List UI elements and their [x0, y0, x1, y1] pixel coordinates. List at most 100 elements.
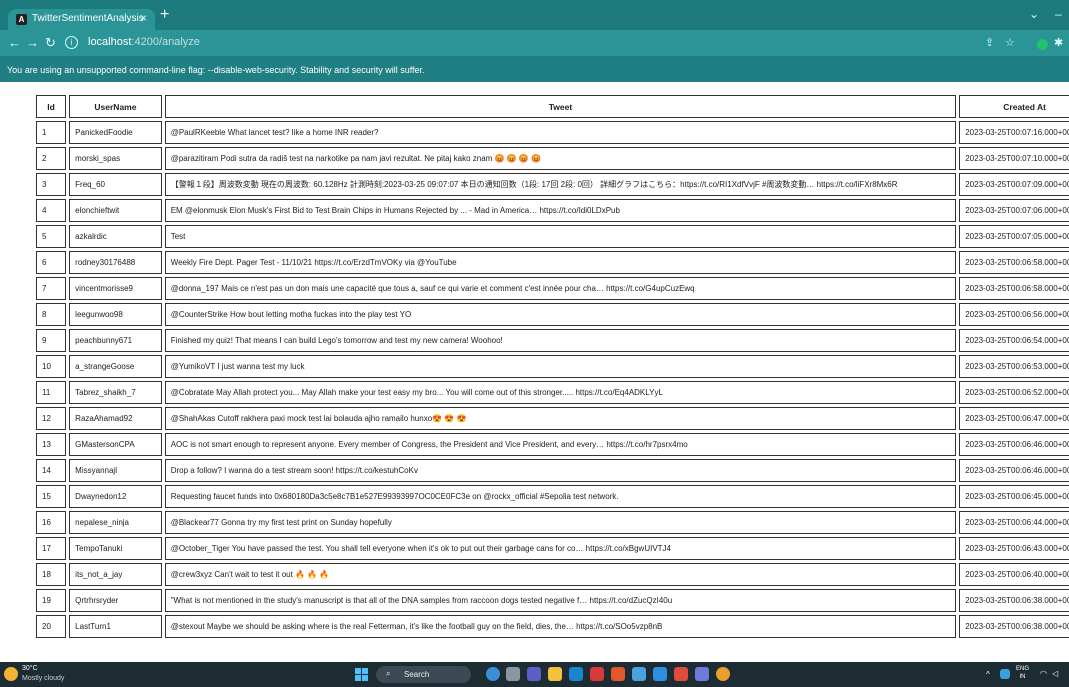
cell-created-at: 2023-03-25T00:06:56.000+00:00	[959, 303, 1069, 326]
minimize-window-button[interactable]: –	[1055, 7, 1062, 21]
cell-created-at: 2023-03-25T00:06:46.000+00:00	[959, 433, 1069, 456]
cell-username: its_not_a_jay	[69, 563, 162, 586]
onedrive-icon[interactable]	[1000, 669, 1010, 679]
bookmark-star-icon[interactable]: ☆	[1005, 36, 1015, 49]
cell-tweet: Requesting faucet funds into 0x680180Da3…	[164, 485, 957, 508]
cell-tweet: @Cobratate May Allah protect you... May …	[164, 381, 957, 404]
tab-close-button[interactable]: ×	[140, 11, 147, 25]
cell-id: 10	[36, 355, 67, 378]
cell-created-at: 2023-03-25T00:06:38.000+00:00	[959, 589, 1069, 612]
table-row: 4 elonchieftwit EM @elonmusk Elon Musk's F…	[36, 199, 1069, 222]
slider-app-icon[interactable]	[695, 667, 709, 681]
office-app-icon[interactable]	[674, 667, 688, 681]
cell-id: 17	[36, 537, 67, 560]
red-app-icon[interactable]	[590, 667, 604, 681]
browser-tab[interactable]: A TwitterSentimentAnalysis ×	[8, 9, 155, 30]
cell-username: elonchieftwit	[69, 199, 162, 222]
chrome-browser-icon[interactable]	[716, 667, 730, 681]
cell-id: 20	[36, 615, 67, 638]
column-header-created-at: Created At	[959, 95, 1069, 118]
taskbar-search[interactable]: ⌕ Search	[376, 666, 471, 683]
cell-username: leegunwoo98	[69, 303, 162, 326]
tray-chevron-icon[interactable]: ^	[986, 670, 990, 679]
cell-tweet: @CounterStrike How bout letting motha fu…	[164, 303, 957, 326]
vscode-icon[interactable]	[653, 667, 667, 681]
mail-icon[interactable]	[569, 667, 583, 681]
weather-temperature: 30°C	[22, 665, 38, 672]
cell-created-at: 2023-03-25T00:06:58.000+00:00	[959, 251, 1069, 274]
cell-username: peachbunny671	[69, 329, 162, 352]
table-row: 15 Dwaynedon12 Requesting faucet funds int…	[36, 485, 1069, 508]
cell-created-at: 2023-03-25T00:06:46.000+00:00	[959, 459, 1069, 482]
table-row: 19 Qrtrhrsryder "What is not mentioned in …	[36, 589, 1069, 612]
cell-username: TempoTanuki	[69, 537, 162, 560]
table-row: 20 LastTurn1 @stexout Maybe we should be a…	[36, 615, 1069, 638]
cell-username: LastTurn1	[69, 615, 162, 638]
cell-id: 13	[36, 433, 67, 456]
wifi-icon[interactable]: ◠	[1040, 669, 1047, 678]
column-header-id: Id	[36, 95, 67, 118]
cell-id: 7	[36, 277, 67, 300]
cell-id: 3	[36, 173, 67, 196]
cell-tweet: @PaulRKeeble What lancet test? like a ho…	[164, 121, 957, 144]
page-content: Id UserName Tweet Created At 1 PanickedFo…	[0, 82, 1069, 662]
url-field[interactable]: localhost:4200/analyze	[88, 36, 200, 48]
cell-created-at: 2023-03-25T00:06:44.000+00:00	[959, 511, 1069, 534]
cell-created-at: 2023-03-25T00:06:53.000+00:00	[959, 355, 1069, 378]
back-arrow-icon[interactable]: ←	[8, 36, 21, 50]
task-view-icon[interactable]	[506, 667, 520, 681]
cell-id: 12	[36, 407, 67, 430]
cell-id: 8	[36, 303, 67, 326]
site-info-icon[interactable]: i	[65, 36, 78, 49]
cell-tweet: @Blackear77 Gonna try my first test prin…	[164, 511, 957, 534]
cell-username: GMastersonCPA	[69, 433, 162, 456]
tab-title: TwitterSentimentAnalysis	[32, 13, 144, 24]
extension-icon[interactable]	[1037, 39, 1048, 50]
table-row: 18 its_not_a_jay @crew3xyz Can't wait to t…	[36, 563, 1069, 586]
cell-tweet: @ShahAkas Cutoff rakhera paxi mock test …	[164, 407, 957, 430]
extensions-puzzle-icon[interactable]: ✱	[1054, 36, 1063, 49]
start-windows-icon[interactable]	[355, 668, 368, 681]
column-header-tweet: Tweet	[164, 95, 957, 118]
cell-id: 15	[36, 485, 67, 508]
language-indicator[interactable]: ENG IN	[1016, 665, 1029, 681]
table-row: 17 TempoTanuki @October_Tiger You have pas…	[36, 537, 1069, 560]
weather-sun-cloud-icon[interactable]	[4, 667, 18, 681]
cell-created-at: 2023-03-25T00:07:09.000+00:00	[959, 173, 1069, 196]
table-body: 1 PanickedFoodie @PaulRKeeble What lancet …	[36, 121, 1069, 638]
cell-username: azkalrdic	[69, 225, 162, 248]
table-row: 1 PanickedFoodie @PaulRKeeble What lancet …	[36, 121, 1069, 144]
cell-tweet: Weekly Fire Dept. Pager Test - 11/10/21 …	[164, 251, 957, 274]
brave-browser-icon[interactable]	[611, 667, 625, 681]
url-host: localhost	[88, 36, 132, 48]
cell-created-at: 2023-03-25T00:07:06.000+00:00	[959, 199, 1069, 222]
region-label: IN	[1019, 674, 1026, 680]
cell-id: 18	[36, 563, 67, 586]
cell-tweet: 【警報１段】周波数変動 現在の周波数: 60.128Hz 計測時刻:2023-0…	[164, 173, 957, 196]
new-tab-button[interactable]: +	[160, 6, 169, 24]
editor-app-icon[interactable]	[632, 667, 646, 681]
cell-tweet: @crew3xyz Can't wait to test it out 🔥 🔥 …	[164, 563, 957, 586]
cell-tweet: EM @elonmusk Elon Musk's First Bid to Te…	[164, 199, 957, 222]
table-row: 12 RazaAhamad92 @ShahAkas Cutoff rakhera p…	[36, 407, 1069, 430]
column-header-username: UserName	[69, 95, 162, 118]
volume-icon[interactable]: ◁	[1052, 669, 1058, 678]
cell-tweet: @stexout Maybe we should be asking where…	[164, 615, 957, 638]
table-row: 6 rodney30176488 Weekly Fire Dept. Pager T…	[36, 251, 1069, 274]
file-explorer-icon[interactable]	[548, 667, 562, 681]
share-icon[interactable]: ⇪	[985, 36, 994, 49]
cell-created-at: 2023-03-25T00:06:43.000+00:00	[959, 537, 1069, 560]
cell-created-at: 2023-03-25T00:06:47.000+00:00	[959, 407, 1069, 430]
infobar-message: You are using an unsupported command-lin…	[7, 65, 425, 75]
copilot-app-icon[interactable]	[486, 667, 500, 681]
tab-search-chevron-icon[interactable]: ⌄	[1029, 7, 1039, 21]
forward-arrow-icon[interactable]: →	[26, 36, 39, 50]
cell-created-at: 2023-03-25T00:06:40.000+00:00	[959, 563, 1069, 586]
reload-icon[interactable]: ↻	[45, 36, 56, 50]
cell-id: 16	[36, 511, 67, 534]
language-label: ENG	[1016, 666, 1030, 672]
cell-tweet: Test	[164, 225, 957, 248]
cell-username: Tabrez_shaikh_7	[69, 381, 162, 404]
teams-chat-icon[interactable]	[527, 667, 541, 681]
cell-tweet: Drop a follow? I wanna do a test stream …	[164, 459, 957, 482]
